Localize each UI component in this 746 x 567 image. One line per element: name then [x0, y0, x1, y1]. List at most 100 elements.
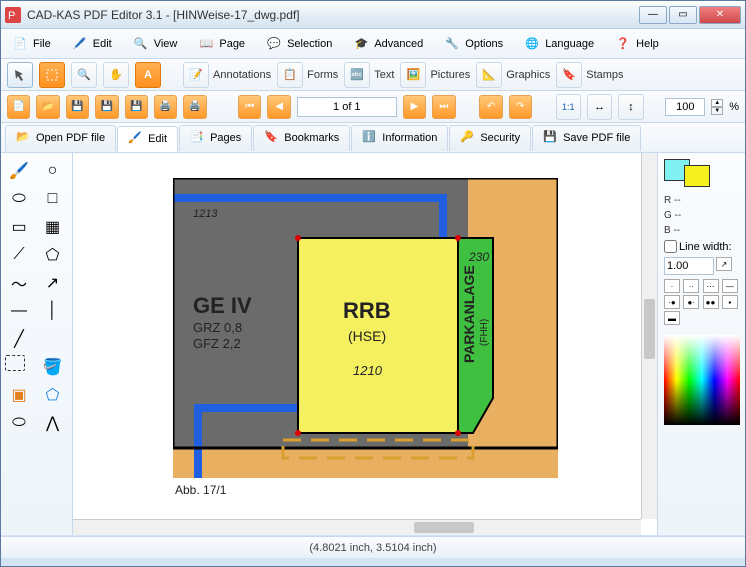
menu-page[interactable]: 📖Page: [193, 33, 249, 55]
zoom-tool[interactable]: 🔍: [71, 62, 97, 88]
menu-advanced[interactable]: 🎓Advanced: [348, 33, 427, 55]
wave-tool[interactable]: 〜: [5, 271, 33, 295]
zoom-input[interactable]: [665, 98, 705, 116]
minimize-button[interactable]: —: [639, 6, 667, 24]
prev-page-button[interactable]: ◀: [267, 95, 290, 119]
ellipse2-tool[interactable]: ⬭: [5, 411, 33, 435]
vertical-scrollbar[interactable]: [641, 153, 657, 519]
line-tool[interactable]: ╱: [5, 327, 33, 351]
tab-pages[interactable]: 📑Pages: [179, 125, 252, 151]
parcel-1213: 1213: [193, 208, 217, 220]
save-button[interactable]: 💾: [66, 95, 89, 119]
print-button[interactable]: 🖨️: [154, 95, 177, 119]
fit-11-button[interactable]: 1:1: [556, 94, 581, 120]
tab-edit[interactable]: 🖌️Edit: [117, 126, 178, 152]
fill-tool[interactable]: 🪣: [39, 355, 67, 379]
h-thumb[interactable]: [414, 522, 474, 533]
stamps-group[interactable]: 🔖Stamps: [556, 62, 623, 88]
tab-open[interactable]: 📂Open PDF file: [5, 125, 116, 151]
menu-language[interactable]: 🌐Language: [519, 33, 598, 55]
menu-edit[interactable]: 🖊️Edit: [67, 33, 116, 55]
tab-information[interactable]: ℹ️Information: [351, 125, 448, 151]
grid-tool[interactable]: ▦: [39, 215, 67, 239]
zoom-suffix: %: [729, 101, 739, 113]
text-tool[interactable]: A: [135, 62, 161, 88]
linewidth-check[interactable]: [664, 240, 677, 253]
dash-1[interactable]: ·: [664, 279, 680, 293]
circle-tool[interactable]: ○: [39, 159, 67, 183]
zoom-up[interactable]: ▲: [711, 99, 723, 107]
chevron-tool[interactable]: ⋀: [39, 411, 67, 435]
square-tool[interactable]: □: [39, 187, 67, 211]
annotations-group[interactable]: 📝Annotations: [183, 62, 271, 88]
tab-security[interactable]: 🔑Security: [449, 125, 531, 151]
linewidth-input[interactable]: [664, 257, 714, 275]
rect-tool[interactable]: ▭: [5, 215, 33, 239]
page-input[interactable]: [297, 97, 397, 117]
dash-styles: · ·· ⋯ — ·● ●· ●● ▪ ▬: [664, 279, 739, 325]
selection-icon: 💬: [265, 35, 283, 53]
select-group-tool[interactable]: ▣: [5, 383, 33, 407]
tab-save[interactable]: 💾Save PDF file: [532, 125, 641, 151]
vline-tool[interactable]: │: [39, 299, 67, 323]
saveas-button[interactable]: 💾: [95, 95, 118, 119]
b-value: B --: [664, 225, 739, 236]
select-rect-tool[interactable]: [5, 355, 25, 371]
menu-options[interactable]: 🔧Options: [439, 33, 507, 55]
linewidth-pick[interactable]: ↗: [716, 257, 732, 271]
undo-button[interactable]: ↶: [479, 95, 502, 119]
close-button[interactable]: ✕: [699, 6, 741, 24]
pictures-group[interactable]: 🖼️Pictures: [400, 62, 470, 88]
dash-7[interactable]: ●●: [703, 295, 719, 309]
brush-tool[interactable]: 🖌️: [5, 159, 33, 183]
canvas[interactable]: 1213 GE IV GRZ 0,8 GFZ 2,2 RRB (HSE) 121…: [73, 153, 657, 535]
dash-6[interactable]: ●·: [683, 295, 699, 309]
last-page-button[interactable]: ⏭: [432, 95, 455, 119]
marquee-tool[interactable]: [39, 62, 65, 88]
maximize-button[interactable]: ▭: [669, 6, 697, 24]
blank-tool: [39, 327, 67, 351]
v-thumb[interactable]: [644, 299, 655, 359]
new-button[interactable]: 📄: [7, 95, 30, 119]
next-page-button[interactable]: ▶: [403, 95, 426, 119]
open-button[interactable]: 📂: [36, 95, 59, 119]
dash-9[interactable]: ▬: [664, 311, 680, 325]
swatch-yellow[interactable]: [684, 165, 710, 187]
tab-bookmarks[interactable]: 🔖Bookmarks: [253, 125, 350, 151]
print2-button[interactable]: 🖨️: [183, 95, 206, 119]
view-icon: 🔍: [132, 35, 150, 53]
polyline-tool[interactable]: ⟋: [5, 243, 33, 267]
fit-width-button[interactable]: ↔: [587, 94, 612, 120]
page-toolbar: 📄 📂 💾 💾 💾 🖨️ 🖨️ ⏮ ◀ ▶ ⏭ ↶ ↷ 1:1 ↔ ↕ ▲▼ %: [1, 91, 745, 123]
text-group[interactable]: 🔤Text: [344, 62, 394, 88]
color-picker[interactable]: [664, 335, 740, 425]
dash-3[interactable]: ⋯: [703, 279, 719, 293]
saveall-button[interactable]: 💾: [125, 95, 148, 119]
menu-file[interactable]: 📄File: [7, 33, 55, 55]
color-swatches: [664, 159, 739, 181]
select-poly-tool[interactable]: ⬠: [39, 383, 67, 407]
forms-group[interactable]: 📋Forms: [277, 62, 338, 88]
menu-view[interactable]: 🔍View: [128, 33, 182, 55]
dash-4[interactable]: —: [722, 279, 738, 293]
hline-tool[interactable]: —: [5, 299, 33, 323]
arrow-tool[interactable]: ↗: [39, 271, 67, 295]
shape-tools-panel: 🖌️ ○ ⬭ □ ▭ ▦ ⟋ ⬠ 〜 ↗ — │ ╱ 🪣 ▣ ⬠ ⬭ ⋀: [1, 153, 73, 535]
svg-text:P: P: [8, 10, 15, 22]
dash-2[interactable]: ··: [683, 279, 699, 293]
zoom-down[interactable]: ▼: [711, 107, 723, 115]
fit-height-button[interactable]: ↕: [618, 94, 643, 120]
first-page-button[interactable]: ⏮: [238, 95, 261, 119]
menu-selection[interactable]: 💬Selection: [261, 33, 336, 55]
page-icon: 📖: [197, 35, 215, 53]
graphics-group[interactable]: 📐Graphics: [476, 62, 550, 88]
menu-help[interactable]: ❓Help: [610, 33, 663, 55]
pointer-tool[interactable]: [7, 62, 33, 88]
dash-8[interactable]: ▪: [722, 295, 738, 309]
ellipse-tool[interactable]: ⬭: [5, 187, 33, 211]
polygon-tool[interactable]: ⬠: [39, 243, 67, 267]
hand-tool[interactable]: ✋: [103, 62, 129, 88]
horizontal-scrollbar[interactable]: [73, 519, 641, 535]
redo-button[interactable]: ↷: [509, 95, 532, 119]
dash-5[interactable]: ·●: [664, 295, 680, 309]
